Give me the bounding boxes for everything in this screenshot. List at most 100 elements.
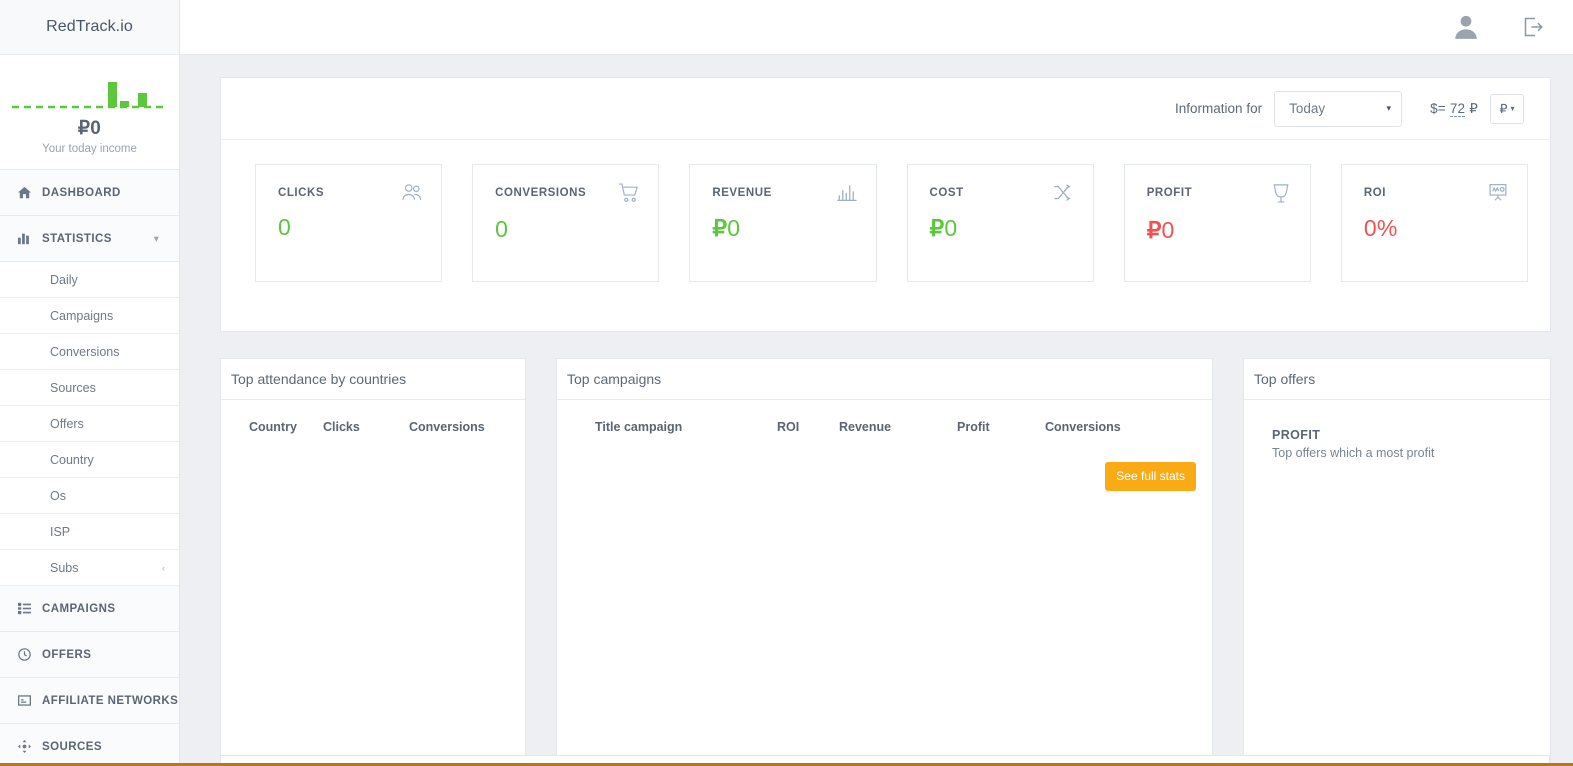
sidebar-subitem-label: Subs xyxy=(50,560,79,575)
currency-select[interactable]: ₽ ▾ xyxy=(1490,93,1524,124)
window-icon xyxy=(18,694,37,707)
cart-icon xyxy=(618,183,640,203)
sidebar-subitem-label: ISP xyxy=(50,524,71,539)
sidebar-subitem-subs[interactable]: Subs ‹ xyxy=(0,550,179,586)
sidebar-subitem-daily[interactable]: Daily xyxy=(0,262,179,298)
kpi-card-revenue[interactable]: REVENUE ₽0 xyxy=(689,164,877,282)
column-header-country: Country xyxy=(249,420,297,434)
countries-table: Country Clicks Conversions xyxy=(231,416,515,444)
sidebar-item-label: AFFILIATE NETWORKS xyxy=(42,694,179,707)
panel-title: Top campaigns xyxy=(557,359,1212,400)
period-select[interactable]: Today ▾ xyxy=(1274,90,1403,127)
top-offers-panel: Top offers PROFIT Top offers which a mos… xyxy=(1243,358,1551,762)
kpi-title: COST xyxy=(929,187,964,199)
trophy-icon xyxy=(1270,183,1292,204)
sidebar-subitem-label: Country xyxy=(50,452,94,467)
sparkline-svg xyxy=(12,82,168,109)
sidebar-submenu-statistics: Daily Campaigns Conversions Sources Offe… xyxy=(0,262,179,586)
shuffle-icon xyxy=(1053,183,1075,202)
sidebar-item-label: STATISTICS xyxy=(42,232,112,245)
sidebar-subitem-isp[interactable]: ISP xyxy=(0,514,179,550)
logout-icon[interactable] xyxy=(1521,15,1545,39)
dashboard-panels-row: Top attendance by countries Country Clic… xyxy=(220,358,1551,762)
sidebar-item-label: CAMPAIGNS xyxy=(42,602,116,615)
today-income-widget: ₽0 Your today income xyxy=(0,55,179,170)
sidebar-item-affiliate-networks[interactable]: AFFILIATE NETWORKS xyxy=(0,678,179,724)
kpi-cards-row: CLICKS 0 CONVERSIONS 0 REVENUE ₽0 COST ₽… xyxy=(221,140,1550,282)
presentation-icon xyxy=(1487,183,1509,202)
sidebar-item-statistics[interactable]: STATISTICS ▾ xyxy=(0,216,179,262)
kpi-card-cost[interactable]: COST ₽0 xyxy=(906,164,1094,282)
sidebar-subitem-label: Sources xyxy=(50,380,96,395)
kpi-value-wrap: ₽0 xyxy=(1147,217,1292,244)
kpi-value: 0 xyxy=(495,216,509,242)
chevron-left-icon[interactable]: ‹ xyxy=(162,563,165,573)
info-filter-bar: Information for Today ▾ $= 72 ₽ ₽ ▾ xyxy=(221,78,1550,140)
sidebar-subitem-conversions[interactable]: Conversions xyxy=(0,334,179,370)
kpi-title: PROFIT xyxy=(1146,187,1193,199)
sidebar-subitem-sources[interactable]: Sources xyxy=(0,370,179,406)
panel-title: Top offers xyxy=(1244,359,1550,400)
kpi-title: CLICKS xyxy=(278,187,325,199)
kpi-value: 0 xyxy=(1161,217,1175,243)
top-bar xyxy=(180,0,1573,55)
table-header-row: Country Clicks Conversions xyxy=(231,416,515,444)
period-select-value: Today xyxy=(1289,101,1326,116)
column-header-title-campaign: Title campaign xyxy=(595,420,683,434)
kpi-card-clicks[interactable]: CLICKS 0 xyxy=(255,164,443,282)
move-icon xyxy=(18,740,37,753)
information-for-label: Information for xyxy=(1175,101,1263,116)
column-header-conversions: Conversions xyxy=(409,420,485,434)
brand-header[interactable]: RedTrack.io xyxy=(0,0,179,55)
sidebar-subitem-label: Conversions xyxy=(50,344,120,359)
kpi-currency: ₽ xyxy=(929,215,945,241)
kpi-title: REVENUE xyxy=(712,187,772,199)
kpi-value-wrap: ₽0 xyxy=(712,215,857,242)
kpi-currency: ₽ xyxy=(712,215,728,241)
sidebar-subitem-campaigns[interactable]: Campaigns xyxy=(0,298,179,334)
brand-name: RedTrack.io xyxy=(46,18,133,35)
home-icon xyxy=(18,186,37,199)
chevron-down-icon: ▾ xyxy=(1386,103,1392,113)
bar-chart-icon xyxy=(836,183,858,202)
exchange-rate: $= 72 ₽ xyxy=(1430,100,1478,117)
kpi-card-roi[interactable]: ROI 0% xyxy=(1340,164,1529,282)
offer-metric-description: Top offers which a most profit xyxy=(1272,446,1435,460)
chevron-down-icon: ▾ xyxy=(1510,104,1515,113)
sparkline-bar xyxy=(108,82,117,107)
panel-title: Top attendance by countries xyxy=(221,359,525,400)
sidebar-nav: DASHBOARD STATISTICS ▾ Daily Campaigns C… xyxy=(0,170,179,766)
sidebar-subitem-label: Campaigns xyxy=(50,308,114,323)
users-icon xyxy=(401,183,423,201)
campaigns-table: Title campaign ROI Revenue Profit Conver… xyxy=(567,416,1202,444)
offer-metric-name: PROFIT xyxy=(1272,428,1321,442)
countries-table-body: Country Clicks Conversions xyxy=(221,400,525,762)
sidebar-item-sources[interactable]: SOURCES xyxy=(0,724,179,766)
summary-panel: Information for Today ▾ $= 72 ₽ ₽ ▾ CLIC… xyxy=(220,77,1551,332)
column-header-roi: ROI xyxy=(777,420,800,434)
currency-select-value: ₽ xyxy=(1499,102,1508,116)
sidebar-item-label: DASHBOARD xyxy=(42,186,121,199)
kpi-card-conversions[interactable]: CONVERSIONS 0 xyxy=(472,164,660,282)
exchange-rate-suffix: ₽ xyxy=(1469,100,1478,116)
sidebar-item-dashboard[interactable]: DASHBOARD xyxy=(0,170,179,216)
sparkline-bar xyxy=(120,101,129,107)
offer-metric-block: PROFIT Top offers which a most profit xyxy=(1254,416,1540,460)
sidebar-subitem-os[interactable]: Os xyxy=(0,478,179,514)
user-avatar-icon[interactable] xyxy=(1451,12,1481,42)
column-header-profit: Profit xyxy=(957,420,990,434)
sparkline-bar xyxy=(138,93,147,107)
sidebar-item-offers[interactable]: OFFERS xyxy=(0,632,179,678)
see-full-stats-button[interactable]: See full stats xyxy=(1105,462,1196,491)
sidebar-item-campaigns[interactable]: CAMPAIGNS xyxy=(0,586,179,632)
column-header-clicks: Clicks xyxy=(323,420,360,434)
today-income-amount: ₽0 xyxy=(77,118,102,139)
chevron-down-icon[interactable]: ▾ xyxy=(154,233,159,244)
offers-body: PROFIT Top offers which a most profit xyxy=(1244,400,1550,762)
sidebar-subitem-country[interactable]: Country xyxy=(0,442,179,478)
sidebar-subitem-label: Daily xyxy=(50,272,78,287)
sidebar-subitem-offers[interactable]: Offers xyxy=(0,406,179,442)
exchange-rate-prefix: $= xyxy=(1430,100,1446,116)
kpi-card-profit[interactable]: PROFIT ₽0 xyxy=(1123,164,1311,282)
exchange-rate-value[interactable]: 72 xyxy=(1449,100,1466,117)
